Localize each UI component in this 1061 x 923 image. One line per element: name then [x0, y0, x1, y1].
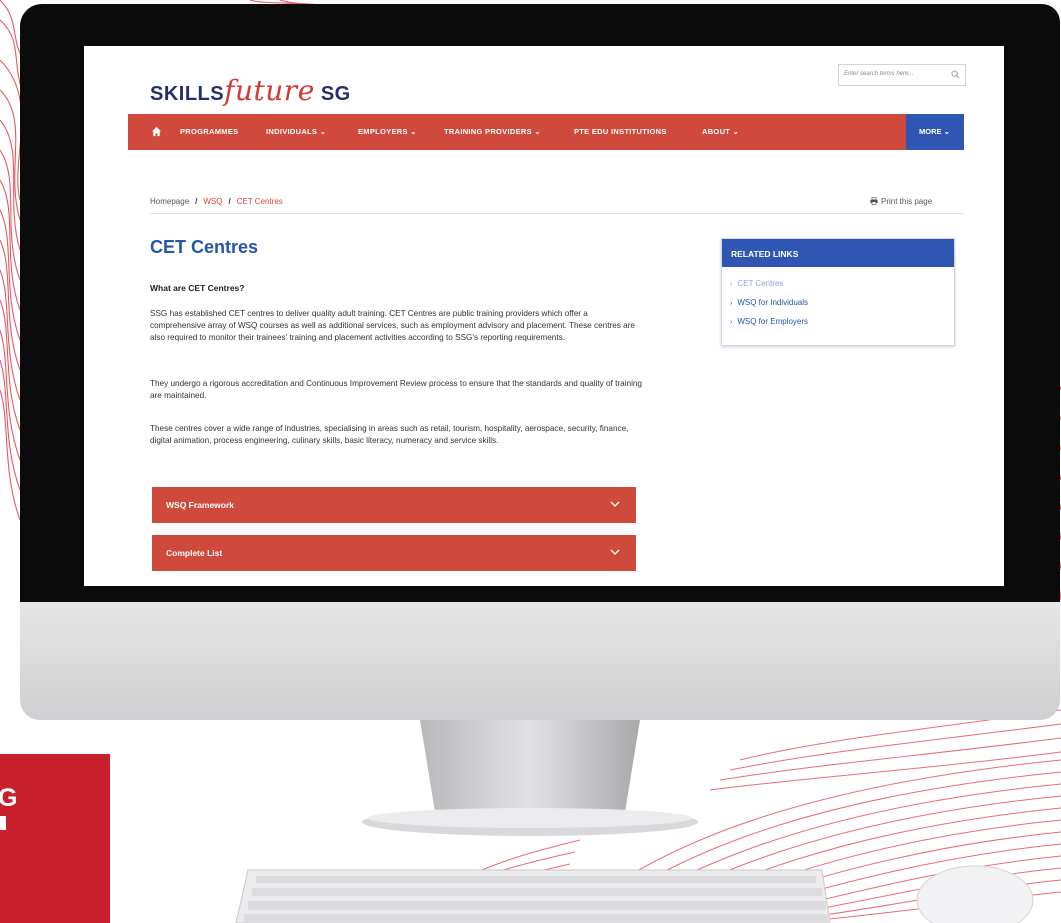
- mouse: [916, 865, 1034, 923]
- brand-corner-text: G: [0, 784, 19, 812]
- brand-corner-mark: [0, 816, 6, 830]
- brand-corner-tag: G: [0, 754, 110, 923]
